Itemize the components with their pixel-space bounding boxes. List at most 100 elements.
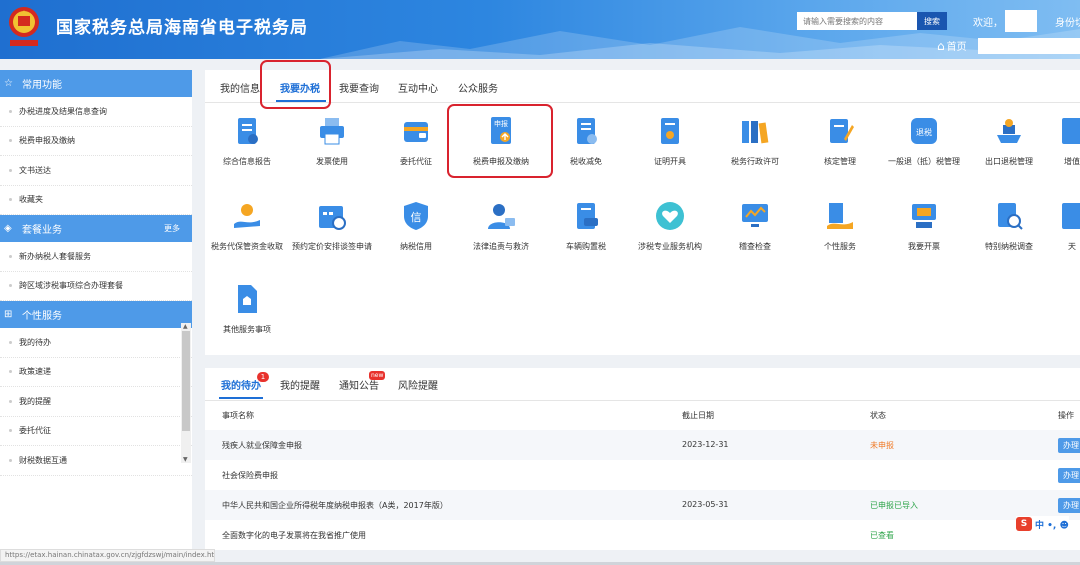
sidebar-section-personal[interactable]: ⊞ 个性服务	[0, 301, 192, 328]
service-tax-relief[interactable]: 税收减免	[545, 115, 627, 167]
scrollbar-thumb[interactable]	[182, 331, 190, 431]
search-input[interactable]	[797, 12, 917, 30]
tab-my-reminders[interactable]: 我的提醒	[280, 377, 320, 392]
search-doc-icon	[998, 203, 1023, 230]
sidebar-item-policy-express[interactable]: 政策速递	[0, 358, 192, 387]
sidebar-item-label: 我的提醒	[19, 396, 51, 406]
row-status: 未申报	[870, 441, 894, 450]
sidebar-item-label: 新办纳税人套餐服务	[19, 251, 91, 261]
tax-emblem-icon	[9, 7, 39, 46]
service-label: 发票使用	[316, 157, 348, 166]
sidebar-section-common[interactable]: ☆ 常用功能	[0, 70, 192, 97]
new-badge: new	[369, 371, 386, 380]
svg-text:退税: 退税	[916, 127, 932, 137]
service-other[interactable]: 其他服务事项	[206, 283, 288, 335]
tab-my-todo[interactable]: 我的待办	[221, 377, 261, 392]
service-label: 天	[1068, 242, 1076, 251]
service-entrusted-collection[interactable]: 委托代征	[375, 115, 457, 167]
tab-public-service[interactable]: 公众服务	[458, 80, 498, 95]
sidebar-item-tax-declaration[interactable]: 税费申报及缴纳	[0, 127, 192, 156]
sidebar-scrollbar[interactable]: ▲ ▼	[181, 323, 191, 463]
home-label: 首页	[946, 42, 967, 53]
sidebar-item-label: 办税进度及结果信息查询	[19, 106, 107, 116]
sidebar-item-my-todo[interactable]: 我的待办	[0, 328, 192, 358]
sidebar-item-document-delivery[interactable]: 文书送达	[0, 156, 192, 186]
column-header-status: 状态	[870, 411, 886, 420]
bullet-icon	[9, 399, 12, 403]
ime-toolbar[interactable]: S 中 •, ☻	[1016, 516, 1069, 532]
sidebar-item-favorites[interactable]: 收藏夹	[0, 186, 192, 215]
service-certificate[interactable]: 证明开具	[629, 115, 711, 167]
service-vehicle-tax[interactable]: 车辆购置税	[545, 200, 627, 252]
service-fund-custody[interactable]: 税务代保管资金收取	[206, 200, 288, 252]
scroll-down-icon[interactable]: ▼	[183, 456, 188, 463]
sidebar-item-entrusted-collection[interactable]: 委托代征	[0, 417, 192, 446]
identity-switch-link[interactable]: 身份切	[1055, 14, 1080, 29]
column-header-name: 事项名称	[222, 411, 254, 420]
active-tab-indicator	[219, 397, 263, 399]
service-special-investigation[interactable]: 特别纳税调查	[968, 200, 1050, 252]
sidebar-item-my-reminders[interactable]: 我的提醒	[0, 387, 192, 417]
service-label: 涉税专业服务机构	[638, 242, 702, 251]
search-button[interactable]: 搜索	[917, 12, 947, 30]
sidebar-item-progress-query[interactable]: 办税进度及结果信息查询	[0, 97, 192, 127]
service-tax-credit[interactable]: 信 纳税信用	[375, 200, 457, 252]
service-legal-remedy[interactable]: 法律追责与救济	[460, 200, 542, 252]
home-link[interactable]: ⌂ 首页	[937, 38, 967, 53]
bullet-icon	[9, 198, 12, 202]
sidebar-section-title: 常用功能	[22, 80, 62, 91]
edit-icon	[830, 119, 854, 143]
tab-risk-alerts[interactable]: 风险提醒	[398, 377, 438, 392]
sogou-ime-icon[interactable]: S	[1016, 517, 1032, 531]
sidebar-item-data-exchange[interactable]: 财税数据互通	[0, 446, 192, 476]
highlight-tab-annotation	[260, 60, 331, 109]
row-name[interactable]: 全面数字化的电子发票将在我省推广使用	[222, 530, 366, 541]
browser-status-url: https://etax.hainan.chinatax.gov.cn/zjgf…	[0, 549, 215, 562]
service-agency[interactable]: 涉税专业服务机构	[629, 200, 711, 252]
todo-count-badge: 1	[257, 372, 269, 382]
tab-interaction[interactable]: 互动中心	[398, 80, 438, 95]
row-name: 中华人民共和国企业所得税年度纳税申报表（A类，2017年版）	[222, 501, 448, 510]
more-link[interactable]: 更多	[164, 223, 180, 234]
handle-button[interactable]: 办理	[1058, 438, 1080, 453]
service-tax-refund[interactable]: 退税 一般退（抵）税管理	[883, 115, 965, 167]
service-personal[interactable]: 个性服务	[799, 200, 881, 252]
grid-icon: ⊞	[4, 309, 13, 320]
service-label: 证明开具	[654, 157, 686, 166]
service-general-report[interactable]: 综合信息报告	[206, 115, 288, 167]
table-row: 残疾人就业保障金申报 2023-12-31 未申报 办理	[205, 430, 1080, 460]
wallet-icon	[404, 122, 428, 142]
service-assessment[interactable]: 核定管理	[799, 115, 881, 167]
sidebar-item-new-taxpayer-package[interactable]: 新办纳税人套餐服务	[0, 242, 192, 272]
service-pricing-arrangement[interactable]: 预约定价安排谈签申请	[291, 200, 373, 252]
tab-my-info[interactable]: 我的信息	[220, 80, 260, 95]
service-issue-invoice[interactable]: 我要开票	[883, 200, 965, 252]
sidebar-section-packages[interactable]: ◈ 套餐业务 更多	[0, 215, 192, 242]
monitor-icon	[742, 204, 768, 227]
home-icon: ⌂	[937, 39, 945, 53]
tab-query[interactable]: 我要查询	[339, 80, 379, 95]
refund-icon: 退税	[911, 118, 937, 144]
row-deadline: 2023-12-31	[682, 440, 729, 449]
handle-button[interactable]: 办理	[1058, 498, 1080, 513]
service-export-refund[interactable]: 出口退税管理	[968, 115, 1050, 167]
service-vat[interactable]: 增值	[1052, 115, 1080, 167]
service-invoice-use[interactable]: 发票使用	[291, 115, 373, 167]
sidebar-section-title: 套餐业务	[22, 225, 62, 236]
service-admin-license[interactable]: 税务行政许可	[714, 115, 796, 167]
svg-text:信: 信	[411, 211, 422, 224]
certificate-icon	[661, 118, 679, 144]
credit-icon: 信	[404, 202, 428, 230]
sidebar-item-label: 政策速递	[19, 367, 51, 377]
service-label: 纳税信用	[400, 242, 432, 251]
service-more[interactable]: 天	[1052, 200, 1080, 252]
handle-button[interactable]: 办理	[1058, 468, 1080, 483]
service-inspection[interactable]: 稽查检查	[714, 200, 796, 252]
sidebar-item-label: 税费申报及缴纳	[19, 136, 75, 146]
column-header-deadline: 截止日期	[682, 411, 714, 420]
scroll-up-icon[interactable]: ▲	[183, 323, 188, 330]
vehicle-icon	[577, 203, 598, 229]
sidebar-item-cross-region-package[interactable]: 跨区域涉税事项综合办理套餐	[0, 272, 192, 301]
service-label: 法律追责与救济	[473, 242, 529, 251]
ime-mode-text[interactable]: 中 •, ☻	[1035, 518, 1069, 531]
